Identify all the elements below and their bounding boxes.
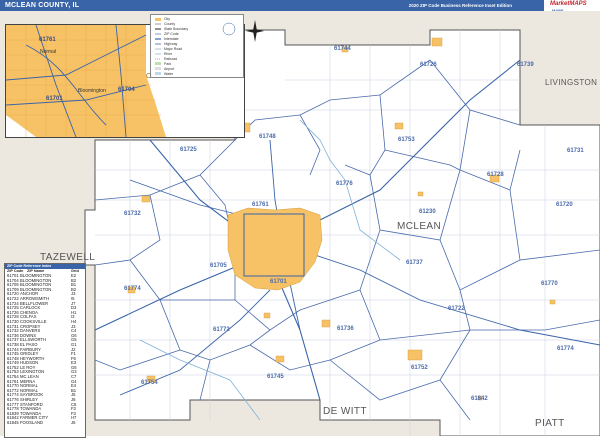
zip-label-61774-west[interactable]: 61774 (124, 286, 141, 292)
zip-label-61745[interactable]: 61745 (267, 374, 284, 380)
zip-label-61737[interactable]: 61737 (406, 260, 423, 266)
brand-line1: MarketMAPS (550, 1, 587, 7)
legend-item-water: Water (164, 72, 174, 76)
legend-item-park: Park (164, 62, 172, 66)
zip-label-61744[interactable]: 61744 (334, 46, 351, 52)
zip-label-61761[interactable]: 61761 (252, 202, 269, 208)
map-legend: City County State Boundary ZIP Code Inte… (150, 14, 244, 78)
zip-label-61754[interactable]: 61754 (141, 380, 158, 386)
edition-label: 2020 ZIP Code Business Reference Inset E… (408, 3, 512, 8)
zip-label-61753[interactable]: 61753 (398, 137, 415, 143)
inset-zip-61761: 61761 (39, 37, 56, 43)
zip-label-61722[interactable]: 61722 (448, 306, 465, 312)
county-label-livingston: LIVINGSTON (545, 78, 598, 87)
zip-label-61739[interactable]: 61739 (517, 62, 534, 68)
zip-label-61842[interactable]: 61842 (471, 396, 488, 402)
legend-item-city: City (164, 17, 171, 21)
legend-item-airport: Airport (164, 67, 175, 71)
zip-table-rows: 61701 BLOOMINGTON E2 61704 BLOOMINGTON B2 6170… (5, 273, 85, 426)
zip-label-61720[interactable]: 61720 (556, 202, 573, 208)
legend-item-railroad: Railroad (164, 57, 178, 61)
zip-label-61774-east[interactable]: 61774 (557, 346, 574, 352)
zip-label-61731[interactable]: 61731 (567, 148, 584, 154)
legend-item-river: River (164, 52, 173, 56)
zip-label-61748[interactable]: 61748 (259, 134, 276, 140)
legend-item-county: County (164, 22, 176, 26)
inset-place-normal: Normal (40, 49, 57, 55)
zip-label-61732[interactable]: 61732 (124, 211, 141, 217)
table-row: 61845 FOOSLAND J6 (5, 420, 85, 426)
zip-label-61770[interactable]: 61770 (541, 281, 558, 287)
zip-label-61230[interactable]: 61230 (419, 209, 436, 215)
county-label-tazewell: TAZEWELL (40, 252, 96, 263)
zip-label-61728[interactable]: 61728 (487, 172, 504, 178)
legend-item-major-road: Major Road (164, 47, 183, 51)
county-label-de-witt: DE WITT (323, 406, 367, 417)
zip-label-61752[interactable]: 61752 (411, 365, 428, 371)
zip-reference-table: ZIP Code Reference Index ZIP Code ZIP Na… (4, 263, 86, 438)
zip-label-61725[interactable]: 61725 (180, 147, 197, 153)
zip-label-61772[interactable]: 61772 (213, 327, 230, 333)
zip-code-cell: 61845 (7, 420, 19, 425)
grid-cell: J6 (71, 420, 76, 425)
inset-place-bloomington: Bloomington (78, 88, 106, 94)
title-bar: MCLEAN COUNTY, IL 2020 ZIP Code Business… (0, 0, 600, 11)
county-label-piatt: PIATT (535, 418, 565, 429)
county-label-mclean: MCLEAN (397, 221, 442, 232)
legend-item-state: State Boundary (164, 27, 189, 31)
legend-item-zip: ZIP Code (164, 32, 179, 36)
zip-label-61701[interactable]: 61701 (270, 279, 287, 285)
zip-label-61736[interactable]: 61736 (337, 326, 354, 332)
zip-label-61776[interactable]: 61776 (336, 181, 353, 187)
zip-label-61726[interactable]: 61726 (420, 62, 437, 68)
zip-name-cell: FOOSLAND (20, 420, 44, 425)
inset-zip-61704: 61704 (118, 87, 135, 93)
compass-rose-icon (246, 20, 264, 42)
legend-item-interstate: Interstate (164, 37, 179, 41)
map-title: MCLEAN COUNTY, IL (5, 2, 80, 9)
inset-zip-61701: 61701 (46, 96, 63, 102)
legend-item-highway: Highway (164, 42, 178, 46)
zip-label-61705[interactable]: 61705 (210, 263, 227, 269)
